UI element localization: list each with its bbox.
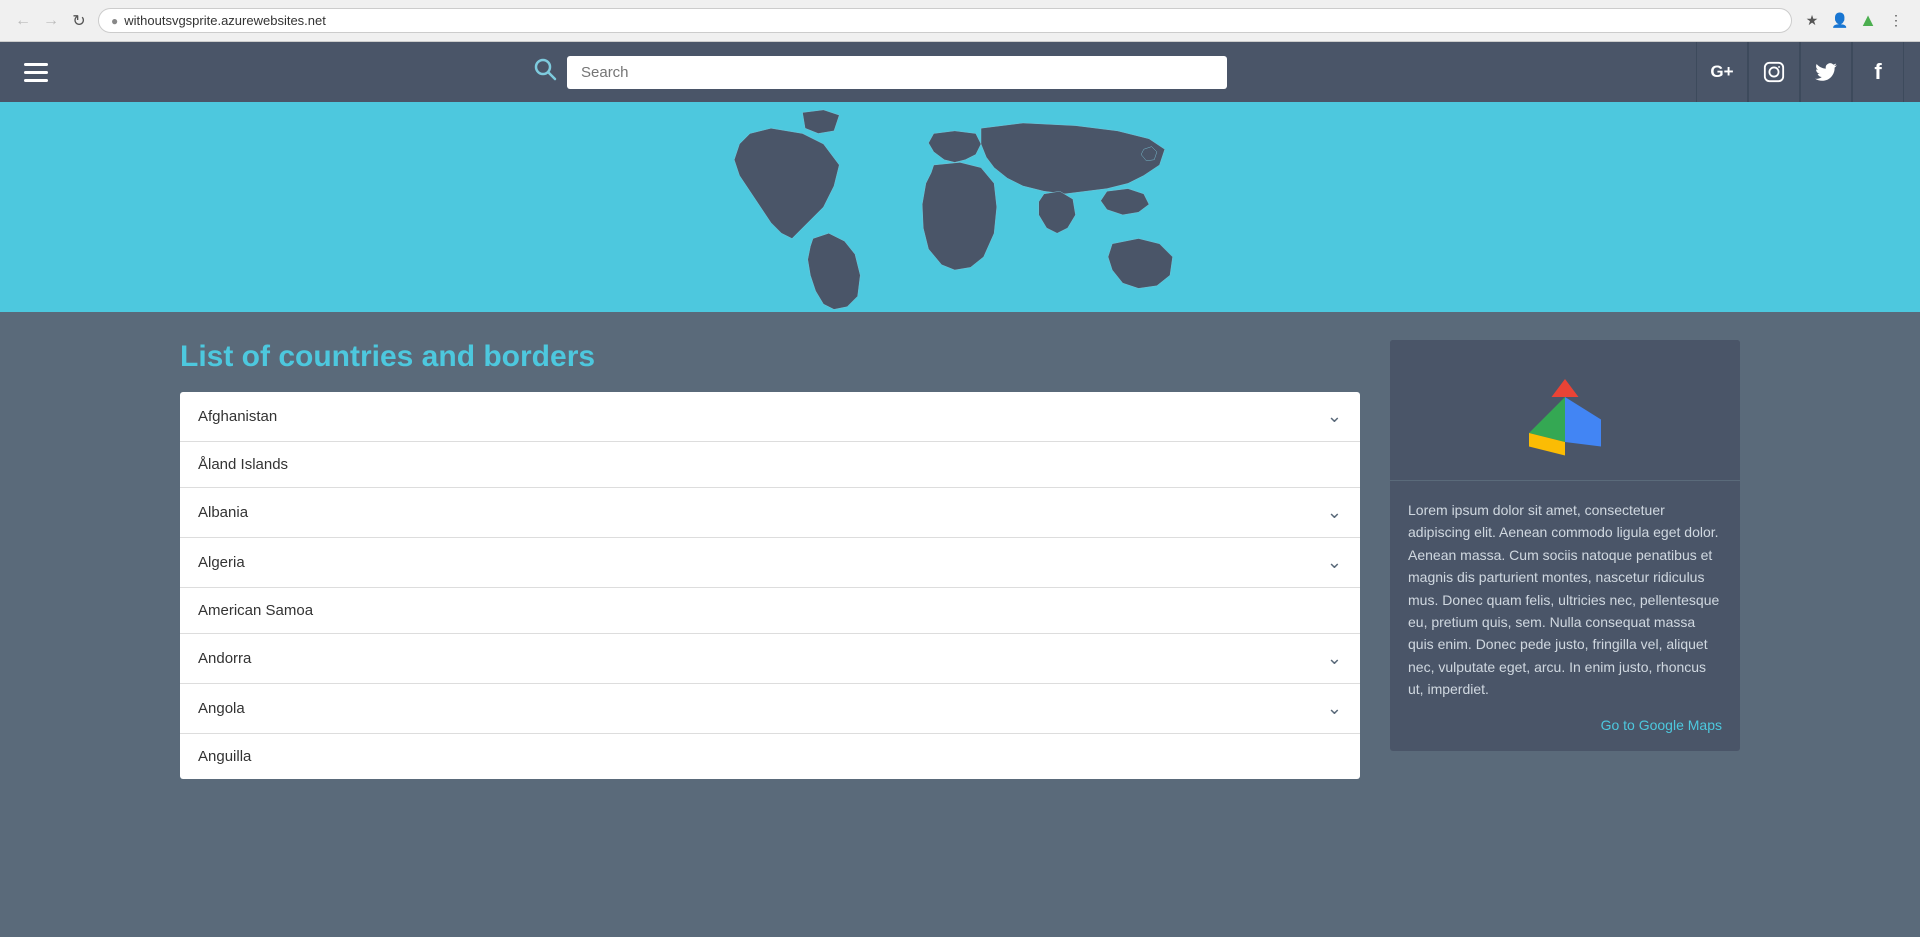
chevron-down-icon: ⌄ [1327, 698, 1342, 719]
back-button[interactable]: ← [12, 10, 34, 32]
url-display: withoutsvgsprite.azurewebsites.net [124, 13, 1779, 28]
user-avatar-button[interactable]: 👤 [1828, 9, 1852, 33]
country-name: American Samoa [198, 602, 313, 619]
reload-button[interactable]: ↻ [68, 10, 90, 32]
hamburger-line-2 [24, 71, 48, 74]
google-maps-icon [1515, 370, 1615, 460]
chevron-down-icon: ⌄ [1327, 502, 1342, 523]
hamburger-menu-button[interactable] [16, 55, 56, 90]
address-bar[interactable]: ● withoutsvgsprite.azurewebsites.net [98, 8, 1792, 33]
instagram-button[interactable] [1748, 42, 1800, 102]
lock-icon: ● [111, 14, 118, 28]
country-name: Afghanistan [198, 408, 277, 425]
go-to-google-maps-link[interactable]: Go to Google Maps [1390, 713, 1740, 751]
left-column: List of countries and borders Afghanista… [180, 340, 1360, 779]
world-map-svg [0, 102, 1920, 312]
country-name: Åland Islands [198, 456, 288, 473]
country-item[interactable]: Angola ⌄ [180, 684, 1360, 734]
chevron-down-icon: ⌄ [1327, 648, 1342, 669]
country-name: Albania [198, 504, 248, 521]
hamburger-line-1 [24, 63, 48, 66]
country-item[interactable]: Albania ⌄ [180, 488, 1360, 538]
country-item[interactable]: Anguilla [180, 734, 1360, 779]
browser-actions: ★ 👤 ▲ ⋮ [1800, 9, 1908, 33]
country-list: Afghanistan⌄Åland IslandsAlbania⌄Algeria… [180, 392, 1360, 779]
navbar: G+ f [0, 42, 1920, 102]
country-item[interactable]: Algeria ⌄ [180, 538, 1360, 588]
chevron-down-icon: ⌄ [1327, 406, 1342, 427]
browser-chrome: ← → ↻ ● withoutsvgsprite.azurewebsites.n… [0, 0, 1920, 42]
country-item[interactable]: Afghanistan ⌄ [180, 392, 1360, 442]
menu-button[interactable]: ⋮ [1884, 9, 1908, 33]
hero-map [0, 102, 1920, 312]
country-name: Anguilla [198, 748, 251, 765]
facebook-button[interactable]: f [1852, 42, 1904, 102]
twitter-button[interactable] [1800, 42, 1852, 102]
forward-button[interactable]: → [40, 10, 62, 32]
search-area [64, 56, 1696, 89]
chevron-down-icon: ⌄ [1327, 552, 1342, 573]
browser-nav-buttons: ← → ↻ [12, 10, 90, 32]
country-item[interactable]: Andorra ⌄ [180, 634, 1360, 684]
section-title: List of countries and borders [180, 340, 1360, 374]
sidebar-description: Lorem ipsum dolor sit amet, consectetuer… [1390, 481, 1740, 713]
country-name: Angola [198, 700, 245, 717]
country-name: Andorra [198, 650, 251, 667]
right-sidebar: Lorem ipsum dolor sit amet, consectetuer… [1390, 340, 1740, 751]
social-icons: G+ f [1696, 42, 1904, 102]
country-item[interactable]: Åland Islands [180, 442, 1360, 488]
google-plus-button[interactable]: G+ [1696, 42, 1748, 102]
search-input[interactable] [567, 56, 1227, 89]
country-item[interactable]: American Samoa [180, 588, 1360, 634]
main-content: List of countries and borders Afghanista… [0, 312, 1920, 819]
chrome-update-button[interactable]: ▲ [1856, 9, 1880, 33]
search-button[interactable] [533, 57, 557, 87]
country-name: Algeria [198, 554, 245, 571]
maps-icon-area [1390, 340, 1740, 481]
hamburger-line-3 [24, 79, 48, 82]
bookmark-star-button[interactable]: ★ [1800, 9, 1824, 33]
